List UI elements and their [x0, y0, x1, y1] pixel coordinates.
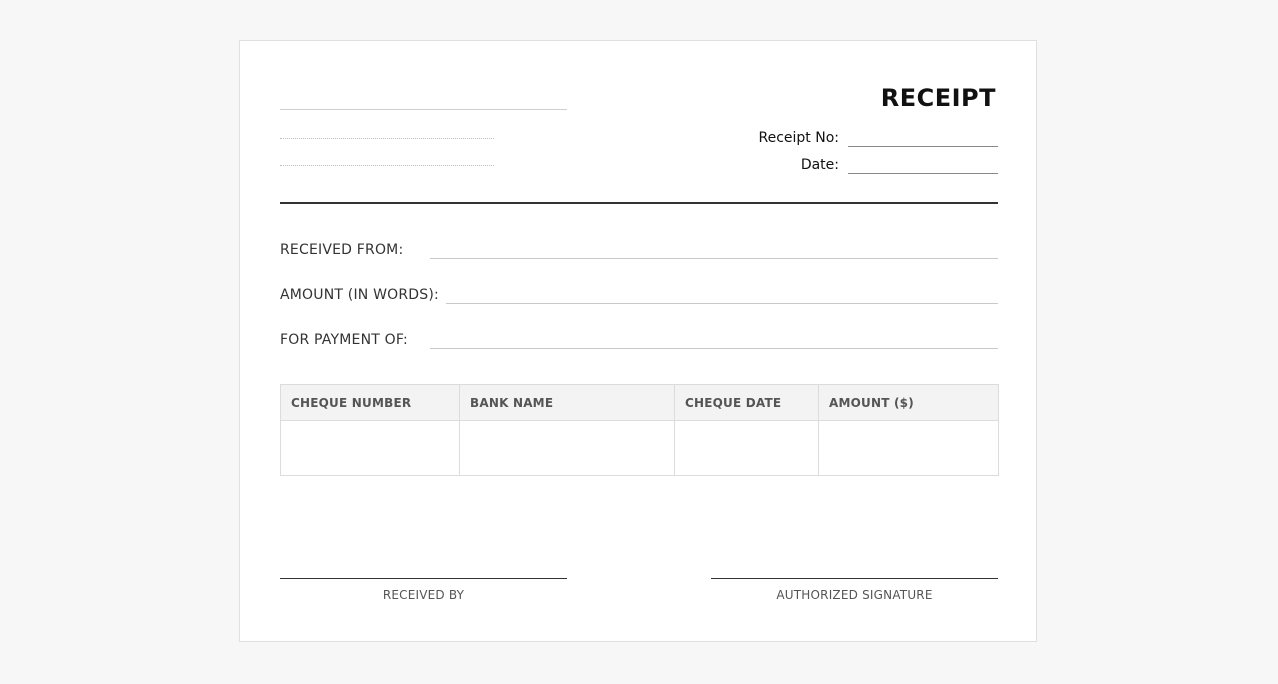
receipt-number-label: Receipt No:: [758, 130, 840, 146]
date-label: Date:: [800, 157, 839, 173]
date-line: [848, 173, 998, 174]
receipt-page: RECEIPT Receipt No: Date: RECEIVED FROM:…: [239, 40, 1037, 642]
company-name-line: [280, 109, 567, 110]
received-from-line: [430, 258, 998, 259]
receipt-number-line: [848, 146, 998, 147]
table-row: [280, 420, 999, 476]
received-by-label: RECEIVED BY: [382, 588, 465, 602]
address-line-1: [280, 138, 494, 139]
column-header: BANK NAME: [459, 384, 675, 421]
amount-in-words-label: AMOUNT (IN WORDS):: [280, 287, 439, 303]
table-header-row: CHEQUE NUMBER BANK NAME CHEQUE DATE AMOU…: [280, 384, 999, 421]
header-divider: [280, 202, 998, 204]
cheque-table: CHEQUE NUMBER BANK NAME CHEQUE DATE AMOU…: [280, 384, 999, 476]
received-by-signature-line: [280, 578, 567, 579]
address-line-2: [280, 165, 494, 166]
column-header: CHEQUE NUMBER: [280, 384, 460, 421]
payment-for-label: FOR PAYMENT OF:: [280, 332, 408, 348]
authorized-signature-line: [711, 578, 998, 579]
authorized-signature-label: AUTHORIZED SIGNATURE: [776, 588, 933, 602]
column-header: AMOUNT ($): [818, 384, 999, 421]
received-from-label: RECEIVED FROM:: [280, 242, 404, 258]
column-header: CHEQUE DATE: [674, 384, 819, 421]
table-cell: [818, 420, 999, 476]
amount-in-words-line: [446, 303, 998, 304]
table-cell: [674, 420, 819, 476]
payment-for-line: [430, 348, 998, 349]
receipt-title: RECEIPT: [880, 84, 996, 112]
table-cell: [280, 420, 460, 476]
table-cell: [459, 420, 675, 476]
